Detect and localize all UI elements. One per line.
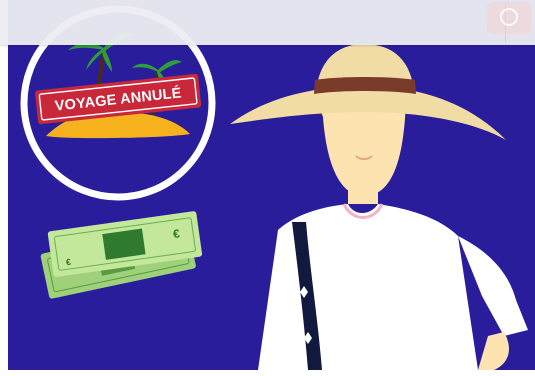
- shirt: [258, 204, 478, 370]
- cancelled-trip-illustration: VOYAGE ANNULÉ € €: [8, 0, 535, 370]
- euro-banknotes: € €: [40, 211, 203, 299]
- arm: [478, 332, 509, 370]
- circle-outline-icon: [500, 8, 518, 26]
- screenshot-frame: VOYAGE ANNULÉ € €: [0, 0, 535, 376]
- illustration-scene: VOYAGE ANNULÉ € €: [20, 5, 528, 370]
- traveler-woman: [230, 44, 528, 370]
- video-control-button[interactable]: [487, 2, 531, 34]
- video-top-bar: [0, 0, 535, 45]
- face: [322, 100, 406, 196]
- palm-leaf: [158, 60, 182, 73]
- palm-leaf: [132, 63, 158, 72]
